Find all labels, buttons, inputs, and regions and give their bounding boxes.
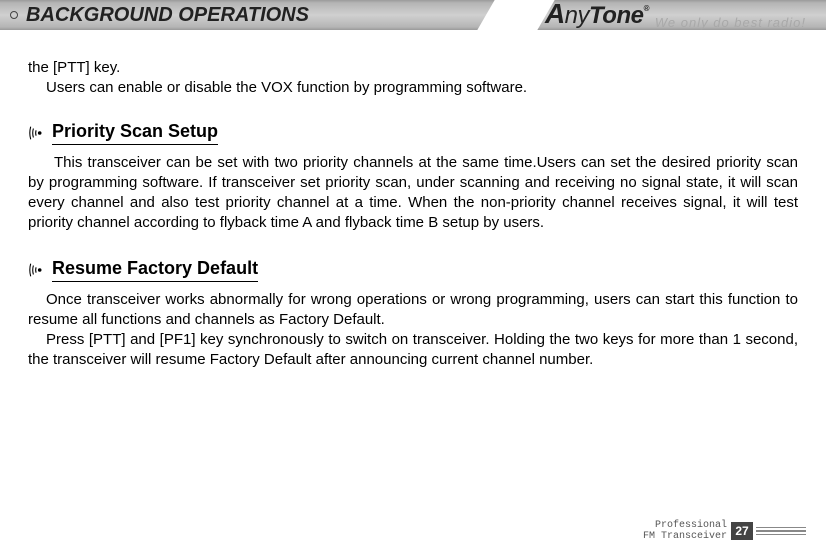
footer: Professional FM Transceiver 27 — [643, 520, 806, 542]
brand-logo: AnyTone® — [545, 2, 649, 29]
page-number: 27 — [731, 522, 753, 540]
header-bar: BACKGROUND OPERATIONS AnyTone® We only d… — [0, 0, 826, 30]
section1-heading: Priority Scan Setup — [52, 121, 218, 145]
intro-line2: Users can enable or disable the VOX func… — [28, 78, 798, 98]
content-area: the [PTT] key. Users can enable or disab… — [0, 30, 826, 371]
antenna-icon — [28, 261, 46, 279]
intro-text: the [PTT] key. Users can enable or disab… — [28, 58, 798, 99]
intro-line1: the [PTT] key. — [28, 58, 798, 78]
header-curve-decoration — [477, 0, 554, 30]
section1-heading-wrap: Priority Scan Setup — [28, 121, 798, 145]
header-bullet-icon — [10, 11, 18, 19]
footer-lines-decoration — [756, 522, 806, 540]
footer-text: Professional FM Transceiver — [643, 520, 727, 542]
antenna-icon — [28, 124, 46, 142]
header-brand-area: AnyTone® We only do best radio! — [545, 0, 806, 30]
section2-heading-wrap: Resume Factory Default — [28, 258, 798, 282]
brand-slogan: We only do best radio! — [655, 15, 806, 30]
section2-body: Once transceiver works abnormally for wr… — [28, 290, 798, 371]
section1-body: This transceiver can be set with two pri… — [28, 153, 798, 234]
section2-heading: Resume Factory Default — [52, 258, 258, 282]
page-title: BACKGROUND OPERATIONS — [26, 4, 309, 27]
